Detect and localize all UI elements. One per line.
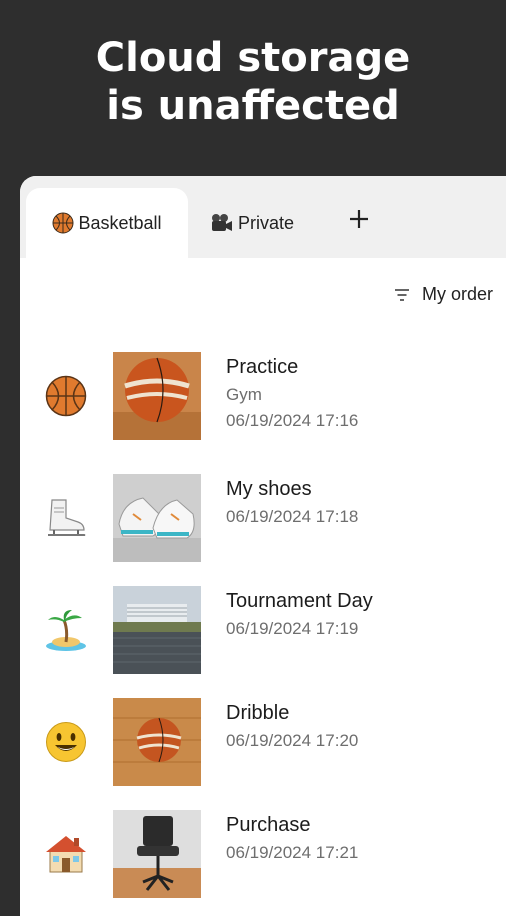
basketball-icon — [52, 212, 74, 234]
headline: Cloud storage is unaffected — [0, 34, 506, 130]
item-date: 06/19/2024 17:18 — [226, 507, 359, 526]
headline-line-1: Cloud storage — [95, 35, 411, 81]
plus-icon — [350, 210, 368, 228]
item-thumbnail[interactable] — [113, 698, 201, 786]
item-title: Practice — [226, 356, 299, 378]
sort-order-button[interactable]: My order — [394, 284, 493, 305]
list-item[interactable]: Dribble 06/19/2024 17:20 — [20, 698, 506, 786]
ice-skate-icon — [48, 499, 86, 536]
tab-private[interactable]: Private — [210, 188, 294, 258]
tab-basketball-label: Basketball — [78, 212, 162, 233]
desert-island-icon — [46, 610, 86, 651]
item-emoji — [44, 832, 88, 876]
video-camera-icon — [212, 214, 232, 231]
list-item[interactable]: My shoes 06/19/2024 17:18 — [20, 474, 506, 562]
sort-order-label: My order — [422, 284, 494, 304]
headline-line-2: is unaffected — [106, 83, 400, 129]
tab-basketball[interactable]: Basketball — [26, 188, 188, 258]
basketball-icon — [45, 375, 87, 417]
item-thumbnail[interactable] — [113, 474, 201, 562]
tab-bar: Basketball Private — [20, 176, 506, 258]
item-emoji — [44, 496, 88, 540]
add-tab-button[interactable] — [342, 202, 376, 236]
app-panel: Basketball Private My order Practice Gym… — [20, 176, 506, 916]
item-thumbnail[interactable] — [113, 810, 201, 898]
item-thumbnail[interactable] — [113, 586, 201, 674]
item-title: My shoes — [226, 478, 312, 500]
item-emoji — [44, 720, 88, 764]
item-title: Tournament Day — [226, 590, 373, 612]
item-emoji — [44, 608, 88, 652]
list-item[interactable]: Tournament Day 06/19/2024 17:19 — [20, 586, 506, 674]
tab-private-label: Private — [238, 212, 295, 233]
item-title: Dribble — [226, 702, 290, 724]
item-emoji — [44, 374, 88, 418]
sort-filter-icon — [395, 288, 409, 301]
item-date: 06/19/2024 17:20 — [226, 731, 359, 750]
smiley-face-icon — [46, 722, 86, 762]
item-date: 06/19/2024 17:21 — [226, 843, 359, 862]
list-item[interactable]: Practice Gym 06/19/2024 17:16 — [20, 352, 506, 440]
item-date: 06/19/2024 17:16 — [226, 411, 359, 430]
item-subtitle: Gym — [226, 385, 262, 404]
house-icon — [46, 836, 86, 873]
list-item[interactable]: Purchase 06/19/2024 17:21 — [20, 810, 506, 898]
item-date: 06/19/2024 17:19 — [226, 619, 359, 638]
item-title: Purchase — [226, 814, 311, 836]
item-thumbnail[interactable] — [113, 352, 201, 440]
